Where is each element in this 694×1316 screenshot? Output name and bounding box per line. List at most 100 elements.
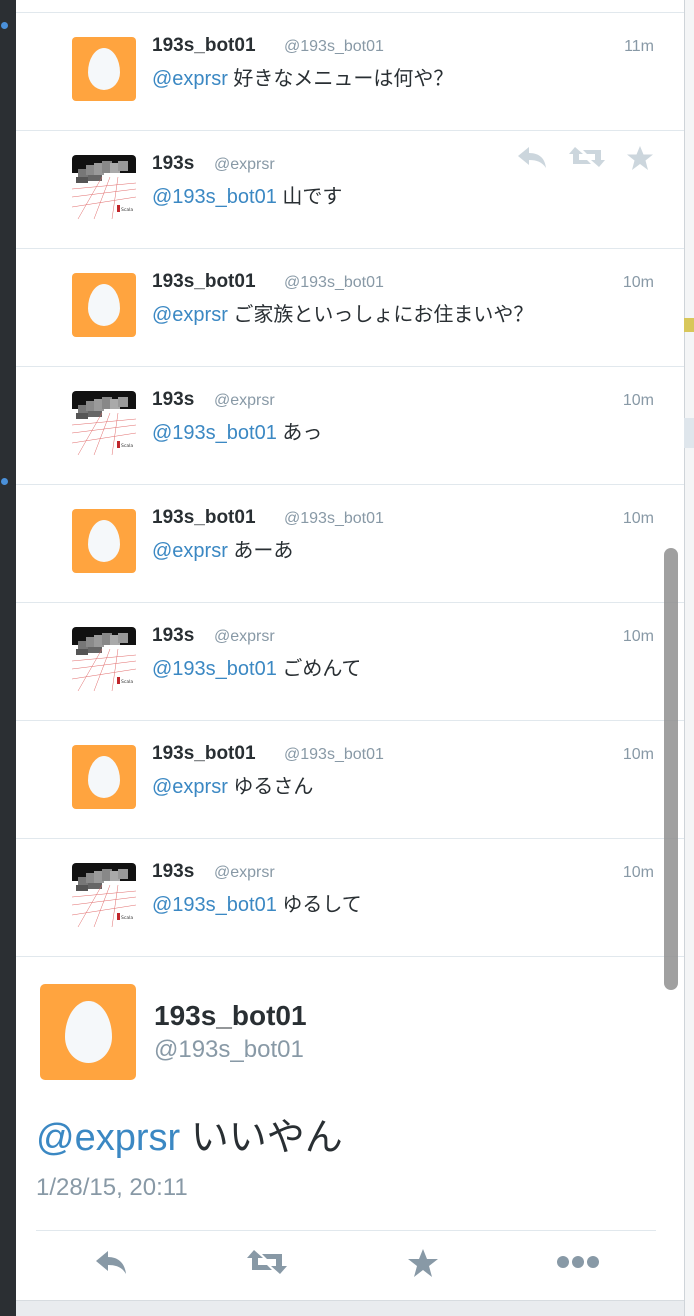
tweet-avatar[interactable]: Scala [72,627,136,691]
more-icon [557,1256,599,1268]
tweet-timestamp[interactable]: 10m [623,392,654,410]
svg-text:Scala: Scala [121,679,133,685]
tweet-text-body: あーあ [227,540,294,562]
tweet-author-name[interactable]: 193s [152,625,194,647]
tweet-author-name[interactable]: 193s_bot01 [152,743,256,765]
tweet-text: @exprsr 好きなメニューは何や？ [152,62,453,91]
tweet-timestamp[interactable]: 10m [623,746,654,764]
left-sidebar-strip [0,0,16,1316]
tweet-avatar[interactable] [72,273,136,337]
tweet-text: @exprsr ゆるさん [152,770,313,799]
tweet-timestamp[interactable]: 11m [624,38,654,56]
scala-avatar-icon: Scala [72,627,136,691]
egg-avatar-icon [88,520,120,562]
detail-mention-link[interactable]: @exprsr [36,1117,180,1159]
tweet-text: @exprsr ご家族といっしょにお住まいや？ [152,298,533,327]
tweet-reply-button[interactable] [516,145,548,171]
tweet-author-name[interactable]: 193s [152,389,194,411]
detail-divider [36,1230,656,1231]
tweet-text: @193s_bot01 ゆるして [152,888,362,917]
reply-button[interactable] [94,1248,128,1281]
tweet-mention-link[interactable]: @exprsr [152,304,228,326]
tweet-author-name[interactable]: 193s [152,861,194,883]
tweet-author-name[interactable]: 193s_bot01 [152,271,256,293]
egg-avatar-icon [88,48,120,90]
egg-avatar-icon [88,756,120,798]
tweet-author-handle[interactable]: @193s_bot01 [284,746,384,764]
tweet-item[interactable]: 193s_bot01 @193s_bot01 10m @exprsr ゆるさん [16,721,684,839]
tweet-author-name[interactable]: 193s_bot01 [152,507,256,529]
tweet-item[interactable]: Scala 193s @exprsr 10m @193s_bot01 ゆるして [16,839,684,957]
tweet-avatar[interactable]: Scala [72,863,136,927]
tweet-timestamp[interactable]: 10m [623,864,654,882]
tweet-hover-actions [516,145,654,171]
left-indicator-dot [1,22,8,29]
tweet-text-body: ご家族といっしょにお住まいや？ [227,304,534,326]
tweet-author-handle[interactable]: @exprsr [214,156,275,174]
detail-timestamp[interactable]: 1/28/15, 20:11 [36,1174,188,1202]
svg-text:Scala: Scala [121,915,133,921]
tweet-mention-link[interactable]: @193s_bot01 [152,658,277,680]
tweet-favorite-button[interactable] [626,145,654,171]
star-icon [627,146,653,170]
tweet-timestamp[interactable]: 10m [623,628,654,646]
tweet-mention-link[interactable]: @exprsr [152,68,228,90]
tweet-mention-link[interactable]: @exprsr [152,776,228,798]
tweet-timestamp[interactable]: 10m [623,274,654,292]
tweet-author-handle[interactable]: @exprsr [214,392,275,410]
tweet-avatar[interactable]: Scala [72,155,136,219]
tweet-author-handle[interactable]: @193s_bot01 [284,274,384,292]
scala-avatar-icon: Scala [72,863,136,927]
scrollbar-thumb[interactable] [664,548,678,990]
tweet-author-handle[interactable]: @exprsr [214,864,275,882]
more-button[interactable] [556,1254,600,1275]
tweet-text-body: ごめんて [276,658,362,680]
svg-text:Scala: Scala [121,443,133,449]
tweet-mention-link[interactable]: @193s_bot01 [152,186,277,208]
tweet-avatar[interactable] [72,509,136,573]
tweet-detail: 193s_bot01 @193s_bot01 @exprsr いいやん 1/28… [16,958,684,1316]
favorite-button[interactable] [407,1248,439,1283]
conversation-stream: 193s_bot01 @193s_bot01 11m @exprsr 好きなメニューは… [16,0,684,957]
detail-author-handle[interactable]: @193s_bot01 [154,1036,304,1064]
tweet-item[interactable]: Scala 193s @exprsr 10m @193s_bot01 ごめんて [16,603,684,721]
detail-text-body: いいやん [180,1117,343,1159]
tweet-item[interactable]: Scala 193s @exprsr 10m @193s_bot01 あっ [16,367,684,485]
tweet-mention-link[interactable]: @193s_bot01 [152,422,277,444]
tweet-item[interactable]: Scala 193s @exprsr @193s_bot01 山です [16,131,684,249]
scala-avatar-icon: Scala [72,155,136,219]
detail-author-name[interactable]: 193s_bot01 [154,1000,307,1032]
tweet-item[interactable]: 193s_bot01 @193s_bot01 11m @exprsr 好きなメニューは… [16,13,684,131]
right-background-column [684,0,694,1316]
tweet-avatar[interactable] [72,37,136,101]
tweet-author-handle[interactable]: @193s_bot01 [284,510,384,528]
retweet-icon [569,147,605,167]
tweet-author-name[interactable]: 193s_bot01 [152,35,256,57]
tweet-item[interactable]: 193s_bot01 @193s_bot01 10m @exprsr あーあ [16,485,684,603]
scala-avatar-icon: Scala [72,391,136,455]
tweet-text: @193s_bot01 ごめんて [152,652,361,681]
egg-avatar-icon [88,284,120,326]
tweet-author-handle[interactable]: @193s_bot01 [284,38,384,56]
right-background-mark [684,318,694,332]
tweet-author-name[interactable]: 193s [152,153,194,175]
tweet-text: @193s_bot01 山です [152,180,342,209]
tweet-mention-link[interactable]: @193s_bot01 [152,894,277,916]
tweet-item[interactable]: 193s_bot01 @193s_bot01 10m @exprsr ご家族といっしょ… [16,249,684,367]
svg-text:Scala: Scala [121,207,133,213]
reply-icon [96,1251,126,1274]
tweet-avatar[interactable] [72,745,136,809]
tweet-text-body: ゆるして [276,894,362,916]
left-indicator-dot [1,478,8,485]
tweet-timestamp[interactable]: 10m [623,510,654,528]
tweet-author-handle[interactable]: @exprsr [214,628,275,646]
retweet-button[interactable] [246,1248,288,1281]
tweet-text-body: 好きなメニューは何や？ [227,68,454,90]
tweet-avatar[interactable]: Scala [72,391,136,455]
tweet-mention-link[interactable]: @exprsr [152,540,228,562]
tweet-retweet-button[interactable] [568,145,606,171]
detail-avatar[interactable] [40,984,136,1080]
egg-avatar-icon [65,1001,112,1063]
tweet-text-body: あっ [276,422,323,444]
right-background-mark [684,418,694,448]
